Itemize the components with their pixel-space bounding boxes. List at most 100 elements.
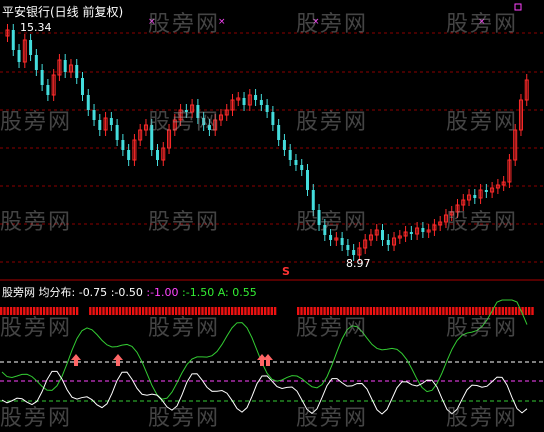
band-bar [392, 307, 396, 315]
band-bar [531, 307, 534, 315]
candle-body [300, 165, 304, 170]
watermark: 股旁网 [0, 316, 73, 341]
band-bar [260, 307, 264, 315]
band-bar [435, 307, 438, 315]
band-bar [224, 307, 227, 315]
candle-body [282, 140, 286, 150]
candle-body [265, 105, 269, 112]
candle-body [473, 195, 477, 198]
band-bar [128, 307, 132, 315]
indicator-value-1: -0.75 [78, 286, 108, 299]
candle-body [81, 78, 84, 95]
sell-signal-marker: S [282, 265, 290, 278]
candle-body [98, 120, 102, 130]
band-bar [399, 307, 402, 315]
band-bar [264, 307, 267, 315]
band-bar [422, 307, 425, 315]
band-bar [250, 307, 254, 315]
band-bar [141, 307, 145, 315]
band-bar [234, 307, 237, 315]
candle-body [386, 240, 390, 245]
watermark: 股旁网 [446, 110, 519, 135]
indicator-source-label: 股旁网 [2, 286, 35, 299]
band-bar [415, 307, 419, 315]
band-bar [402, 307, 405, 315]
candle-body [75, 65, 79, 78]
candle-body [421, 228, 425, 232]
watermark: 股旁网 [0, 110, 73, 135]
indicator-value-4: :-1.50 [182, 286, 215, 299]
watermark: 股旁网 [296, 406, 369, 431]
band-bar [237, 307, 240, 315]
candle-body [254, 95, 258, 100]
candle-body [294, 160, 298, 165]
watermark: 股旁网 [296, 110, 369, 135]
band-bar [412, 307, 415, 315]
candle-body [277, 125, 281, 140]
candle-body [34, 55, 38, 70]
band-bar [270, 307, 273, 315]
band-bar [267, 307, 270, 315]
candle-body [115, 125, 119, 140]
band-bar [99, 307, 102, 315]
watermark: 股旁网 [446, 12, 519, 37]
band-bar [254, 307, 257, 315]
band-bar [273, 307, 277, 315]
up-arrow-icon [71, 354, 81, 366]
candle-body [29, 40, 33, 55]
candle-body [17, 50, 21, 62]
candle-body [121, 140, 125, 150]
candle-body [156, 150, 159, 160]
indicator-value-3: :-1.00 [146, 286, 179, 299]
watermark: 股旁网 [446, 210, 519, 235]
candle-body [409, 232, 413, 234]
candle-body [306, 170, 309, 190]
band-bar [382, 307, 386, 315]
watermark: 股旁网 [148, 110, 221, 135]
watermark: 股旁网 [446, 406, 519, 431]
band-bar [442, 307, 445, 315]
candle-body [127, 150, 131, 160]
band-bar [89, 307, 92, 315]
band-bar [247, 307, 250, 315]
watermark: 股旁网 [0, 210, 73, 235]
band-bar [438, 307, 442, 315]
watermark: 股旁网 [148, 316, 221, 341]
candle-body [288, 150, 292, 160]
band-bar [221, 307, 224, 315]
candle-body [11, 30, 15, 50]
band-bar [105, 307, 108, 315]
band-bar [369, 307, 372, 315]
band-bar [108, 307, 112, 315]
band-bar [372, 307, 376, 315]
watermark: 股旁网 [296, 210, 369, 235]
band-bar [92, 307, 95, 315]
watermark: 股旁网 [296, 12, 369, 37]
band-bar [72, 307, 75, 315]
band-bar [524, 307, 528, 315]
band-bar [122, 307, 125, 315]
band-bar [75, 307, 79, 315]
band-bar [389, 307, 392, 315]
stock-title: 平安银行(日线 前复权) [2, 5, 124, 19]
band-bar [429, 307, 432, 315]
band-bar [376, 307, 379, 315]
candle-body [40, 70, 44, 85]
band-bar [396, 307, 399, 315]
indicator-name: 均分布: [38, 286, 76, 299]
band-bar [118, 307, 122, 315]
indicator-value-5: A: 0.55 [217, 286, 257, 299]
low-price-label: 8.97 [346, 257, 371, 270]
band-bar [102, 307, 105, 315]
candle-body [86, 95, 90, 110]
watermark: 股旁网 [148, 210, 221, 235]
candle-body [242, 98, 246, 105]
band-bar [257, 307, 260, 315]
band-bar [125, 307, 128, 315]
watermark: 股旁网 [0, 406, 73, 431]
band-bar [409, 307, 412, 315]
band-bar [95, 307, 99, 315]
candle-body [484, 190, 488, 192]
high-price-label: 15.34 [20, 21, 52, 34]
watermark: 股旁网 [148, 12, 221, 37]
